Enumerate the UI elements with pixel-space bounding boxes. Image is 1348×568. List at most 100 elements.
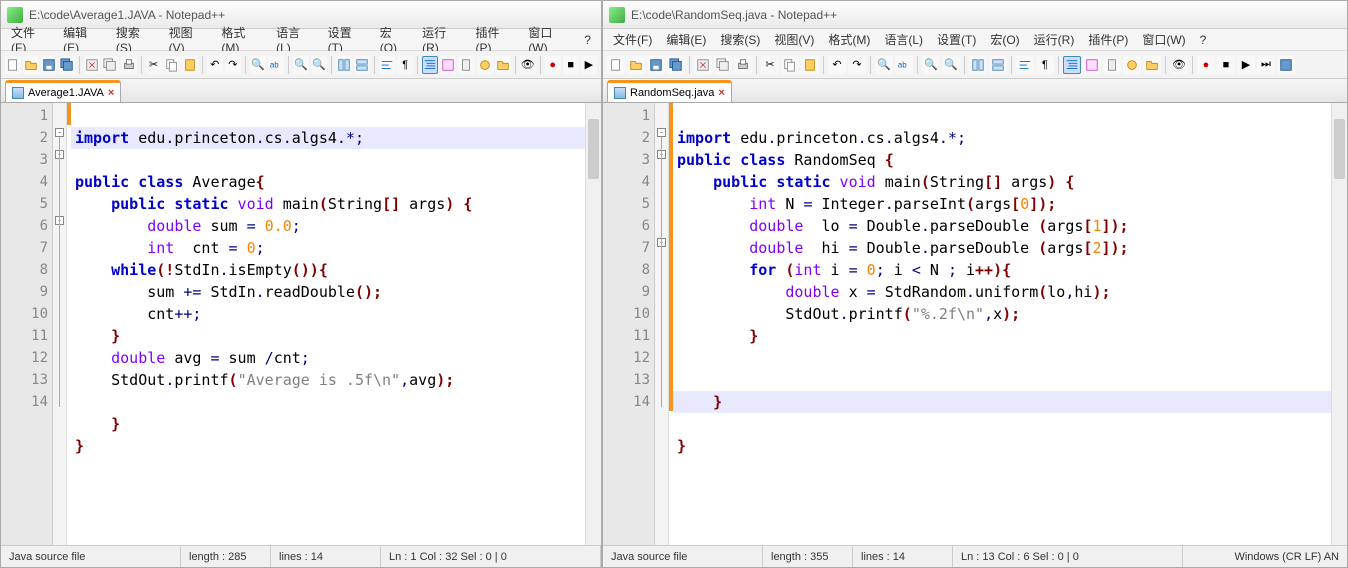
toolbar-separator (1165, 56, 1166, 74)
open-file-icon[interactable] (627, 56, 645, 74)
record-icon[interactable]: ● (545, 56, 561, 74)
user-lang-icon[interactable] (1083, 56, 1101, 74)
menu-file[interactable]: 文件(F) (607, 29, 658, 50)
stop-icon[interactable]: ■ (563, 56, 579, 74)
tab-close-icon[interactable]: × (108, 87, 114, 99)
paste-icon[interactable] (801, 56, 819, 74)
sync-v-icon[interactable] (336, 56, 352, 74)
zoom-in-icon[interactable]: 🔍 (293, 56, 309, 74)
folder-icon[interactable] (495, 56, 511, 74)
func-list-icon[interactable] (1123, 56, 1141, 74)
redo-icon[interactable]: ↷ (225, 56, 241, 74)
indent-guide-icon[interactable] (422, 56, 438, 74)
open-file-icon[interactable] (23, 56, 39, 74)
file-icon (614, 87, 626, 99)
show-all-chars-icon[interactable]: ¶ (397, 56, 413, 74)
menu-window[interactable]: 窗口(W) (1136, 29, 1191, 50)
editor-right[interactable]: 1234567891011121314 - - - import edu.pri… (603, 103, 1347, 545)
replace-icon[interactable]: ab (268, 56, 284, 74)
zoom-out-icon[interactable]: 🔍 (942, 56, 960, 74)
toolbar-separator (245, 56, 246, 74)
sync-h-icon[interactable] (989, 56, 1007, 74)
vertical-scrollbar[interactable] (585, 103, 601, 545)
save-icon[interactable] (41, 56, 57, 74)
func-list-icon[interactable] (477, 56, 493, 74)
menu-run[interactable]: 运行(R) (1028, 29, 1081, 50)
wrap-icon[interactable] (1016, 56, 1034, 74)
wrap-icon[interactable] (379, 56, 395, 74)
menubar-right: 文件(F) 编辑(E) 搜索(S) 视图(V) 格式(M) 语言(L) 设置(T… (603, 29, 1347, 51)
find-icon[interactable]: 🔍 (875, 56, 893, 74)
save-all-icon[interactable] (59, 56, 75, 74)
cut-icon[interactable]: ✂ (761, 56, 779, 74)
sync-v-icon[interactable] (969, 56, 987, 74)
toolbar-separator (374, 56, 375, 74)
new-file-icon[interactable] (607, 56, 625, 74)
print-icon[interactable] (121, 56, 137, 74)
replace-icon[interactable]: ab (895, 56, 913, 74)
play-icon[interactable]: ▶ (581, 56, 597, 74)
editor-left[interactable]: 1234567891011121314 - - - import edu.pri… (1, 103, 601, 545)
fold-box-icon[interactable]: - (55, 128, 64, 137)
fold-margin[interactable]: - - - (53, 103, 67, 545)
save-macro-icon[interactable] (1277, 56, 1295, 74)
close-icon[interactable] (84, 56, 100, 74)
close-all-icon[interactable] (714, 56, 732, 74)
monitor-icon[interactable]: 👁 (520, 56, 536, 74)
doc-map-icon[interactable] (458, 56, 474, 74)
code-area[interactable]: import edu.princeton.cs.algs4.*; public … (673, 103, 1347, 545)
play-multi-icon[interactable]: ⏭ (1257, 56, 1275, 74)
show-all-chars-icon[interactable]: ¶ (1036, 56, 1054, 74)
window-title: E:\code\Average1.JAVA - Notepad++ (29, 8, 225, 22)
toolbar-separator (141, 56, 142, 74)
tab-randomseq[interactable]: RandomSeq.java × (607, 80, 732, 102)
copy-icon[interactable] (164, 56, 180, 74)
folder-icon[interactable] (1143, 56, 1161, 74)
menu-help[interactable]: ? (578, 31, 597, 49)
menu-macro[interactable]: 宏(O) (984, 29, 1025, 50)
menu-plugins[interactable]: 插件(P) (1082, 29, 1134, 50)
menu-settings[interactable]: 设置(T) (931, 29, 982, 50)
tab-average1[interactable]: Average1.JAVA × (5, 80, 121, 102)
menu-search[interactable]: 搜索(S) (714, 29, 766, 50)
menu-edit[interactable]: 编辑(E) (660, 29, 712, 50)
zoom-in-icon[interactable]: 🔍 (922, 56, 940, 74)
record-icon[interactable]: ● (1197, 56, 1215, 74)
monitor-icon[interactable]: 👁 (1170, 56, 1188, 74)
menu-language[interactable]: 语言(L) (878, 29, 929, 50)
tab-label: Average1.JAVA (28, 87, 104, 99)
fold-margin[interactable]: - - - (655, 103, 669, 545)
new-file-icon[interactable] (5, 56, 21, 74)
close-all-icon[interactable] (102, 56, 118, 74)
play-icon[interactable]: ▶ (1237, 56, 1255, 74)
user-lang-icon[interactable] (440, 56, 456, 74)
zoom-out-icon[interactable]: 🔍 (311, 56, 327, 74)
doc-map-icon[interactable] (1103, 56, 1121, 74)
undo-icon[interactable]: ↶ (207, 56, 223, 74)
save-icon[interactable] (647, 56, 665, 74)
code-area[interactable]: import edu.princeton.cs.algs4.*; public … (71, 103, 601, 545)
toolbar-separator (331, 56, 332, 74)
redo-icon[interactable]: ↷ (848, 56, 866, 74)
window-title: E:\code\RandomSeq.java - Notepad++ (631, 8, 837, 22)
stop-icon[interactable]: ■ (1217, 56, 1235, 74)
undo-icon[interactable]: ↶ (828, 56, 846, 74)
vertical-scrollbar[interactable] (1331, 103, 1347, 545)
copy-icon[interactable] (781, 56, 799, 74)
paste-icon[interactable] (182, 56, 198, 74)
indent-guide-icon[interactable] (1063, 56, 1081, 74)
print-icon[interactable] (734, 56, 752, 74)
save-all-icon[interactable] (667, 56, 685, 74)
tab-close-icon[interactable]: × (718, 87, 724, 99)
find-icon[interactable]: 🔍 (250, 56, 266, 74)
menu-view[interactable]: 视图(V) (768, 29, 820, 50)
menu-help[interactable]: ? (1194, 31, 1213, 49)
titlebar-right[interactable]: E:\code\RandomSeq.java - Notepad++ (603, 1, 1347, 29)
close-icon[interactable] (694, 56, 712, 74)
sync-h-icon[interactable] (354, 56, 370, 74)
toolbar-separator (689, 56, 690, 74)
toolbar-separator (964, 56, 965, 74)
cut-icon[interactable]: ✂ (146, 56, 162, 74)
menu-format[interactable]: 格式(M) (822, 29, 876, 50)
fold-box-icon[interactable]: - (657, 128, 666, 137)
